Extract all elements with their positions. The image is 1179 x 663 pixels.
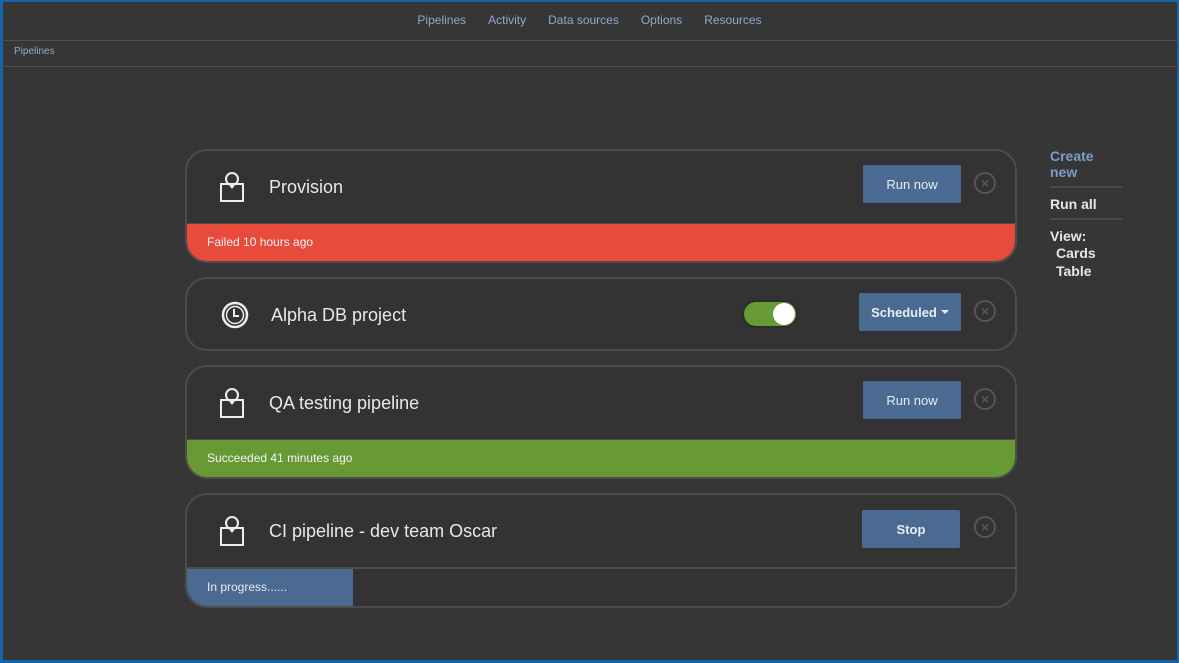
nav-data-sources[interactable]: Data sources — [537, 0, 630, 40]
top-nav: Pipelines Activity Data sources Options … — [0, 0, 1179, 41]
create-new-link[interactable]: Create new — [1050, 148, 1122, 188]
pipeline-pin-icon — [220, 388, 244, 418]
toggle-knob — [773, 303, 795, 325]
pipeline-card: CI pipeline - dev team Oscar Stop × In p… — [185, 493, 1017, 608]
pipeline-pin-icon — [220, 172, 244, 202]
run-now-button[interactable]: Run now — [863, 381, 961, 419]
run-now-button[interactable]: Run now — [863, 165, 961, 203]
nav-options[interactable]: Options — [630, 0, 693, 40]
breadcrumb-pipelines[interactable]: Pipelines — [14, 46, 55, 57]
remove-icon[interactable]: × — [974, 516, 996, 538]
pipeline-title: Alpha DB project — [271, 305, 407, 325]
breadcrumb: Pipelines — [0, 41, 1179, 67]
view-label: View: — [1050, 228, 1087, 244]
pipeline-card: Provision Run now × Failed 10 hours ago — [185, 149, 1017, 263]
pipeline-card: Alpha DB project Scheduled × — [185, 277, 1017, 351]
pipeline-title: Provision — [269, 177, 344, 197]
progress-bar: In progress...... — [187, 567, 1015, 606]
nav-resources[interactable]: Resources — [693, 0, 772, 40]
clock-icon — [221, 301, 249, 329]
view-cards-option[interactable]: Cards — [1050, 244, 1140, 262]
status-bar-failed: Failed 10 hours ago — [187, 223, 1015, 261]
side-actions: Create new Run all View: Cards Table — [1050, 148, 1140, 280]
schedule-toggle[interactable] — [742, 300, 798, 328]
run-all-link[interactable]: Run all — [1050, 188, 1122, 220]
remove-icon[interactable]: × — [974, 172, 996, 194]
pipeline-title: CI pipeline - dev team Oscar — [269, 521, 498, 541]
view-table-option[interactable]: Table — [1050, 262, 1140, 280]
nav-pipelines[interactable]: Pipelines — [406, 0, 477, 40]
pipeline-title: QA testing pipeline — [269, 393, 420, 413]
nav-activity[interactable]: Activity — [477, 0, 537, 40]
progress-text: In progress...... — [207, 580, 288, 594]
pipeline-pin-icon — [220, 516, 244, 546]
status-bar-success: Succeeded 41 minutes ago — [187, 439, 1015, 477]
scheduled-dropdown-button[interactable]: Scheduled — [859, 293, 961, 331]
pipeline-card: QA testing pipeline Run now × Succeeded … — [185, 365, 1017, 479]
stop-button[interactable]: Stop — [862, 510, 960, 548]
scheduled-label: Scheduled — [871, 304, 937, 320]
caret-down-icon — [940, 310, 949, 314]
remove-icon[interactable]: × — [974, 388, 996, 410]
remove-icon[interactable]: × — [974, 300, 996, 322]
